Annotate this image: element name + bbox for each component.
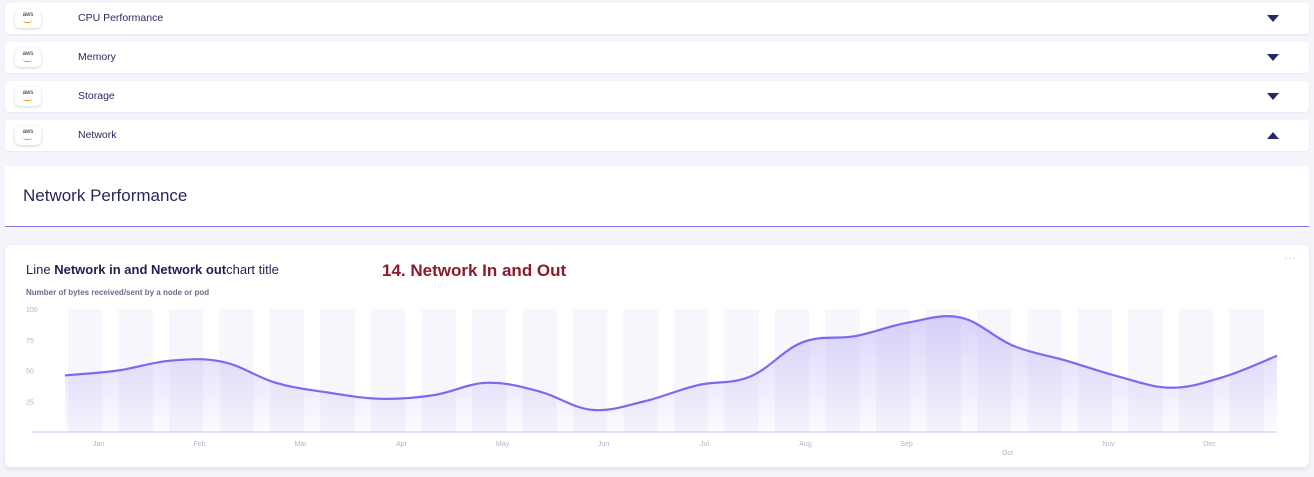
aws-logo-icon: aws bbox=[15, 87, 41, 106]
panel-title: Network Performance bbox=[23, 186, 188, 205]
accordion-row-network[interactable]: aws Network bbox=[5, 120, 1309, 151]
aws-logo-icon: aws bbox=[15, 9, 41, 28]
y-tick-label: 50 bbox=[26, 369, 34, 376]
x-tick-label: Dec bbox=[1203, 441, 1216, 448]
x-tick-label: Jul bbox=[700, 441, 709, 448]
chevron-up-icon[interactable] bbox=[1267, 132, 1279, 139]
x-tick-label: May bbox=[496, 441, 510, 448]
x-tick-label: Oct bbox=[1002, 450, 1013, 457]
aws-logo-icon: aws bbox=[15, 126, 41, 145]
x-tick-label: Jun bbox=[598, 441, 609, 448]
aws-logo-icon: aws bbox=[15, 48, 41, 67]
network-performance-panel: Network Performance bbox=[5, 166, 1309, 227]
x-tick-label: Nov bbox=[1102, 441, 1115, 448]
chart-card: Line Network in and Network outchart tit… bbox=[5, 245, 1309, 467]
y-tick-label: 100 bbox=[26, 307, 38, 314]
accordion-label: CPU Performance bbox=[78, 12, 164, 24]
x-tick-label: Jan bbox=[93, 441, 104, 448]
chevron-down-icon[interactable] bbox=[1267, 93, 1279, 100]
chevron-down-icon[interactable] bbox=[1267, 15, 1279, 22]
x-tick-label: Sep bbox=[900, 441, 913, 448]
accordion-label: Memory bbox=[78, 51, 116, 63]
x-tick-label: Feb bbox=[193, 441, 205, 448]
accordion-label: Storage bbox=[78, 90, 115, 102]
accordion-row-memory[interactable]: aws Memory bbox=[5, 42, 1309, 73]
accordion-row-cpu-performance[interactable]: aws CPU Performance bbox=[5, 3, 1309, 34]
line-chart: 100 75 50 25 Jan Feb Mar Apr May Jun Jul Aug Sep Oct N… bbox=[26, 307, 1278, 457]
y-tick-label: 75 bbox=[26, 338, 34, 345]
accordion-label: Network bbox=[78, 129, 117, 141]
y-tick-label: 25 bbox=[26, 399, 34, 406]
x-tick-label: Aug bbox=[799, 441, 812, 448]
x-tick-label: Apr bbox=[396, 441, 408, 448]
accordion-row-storage[interactable]: aws Storage bbox=[5, 81, 1309, 112]
chevron-down-icon[interactable] bbox=[1267, 54, 1279, 61]
x-tick-label: Mar bbox=[294, 441, 307, 448]
